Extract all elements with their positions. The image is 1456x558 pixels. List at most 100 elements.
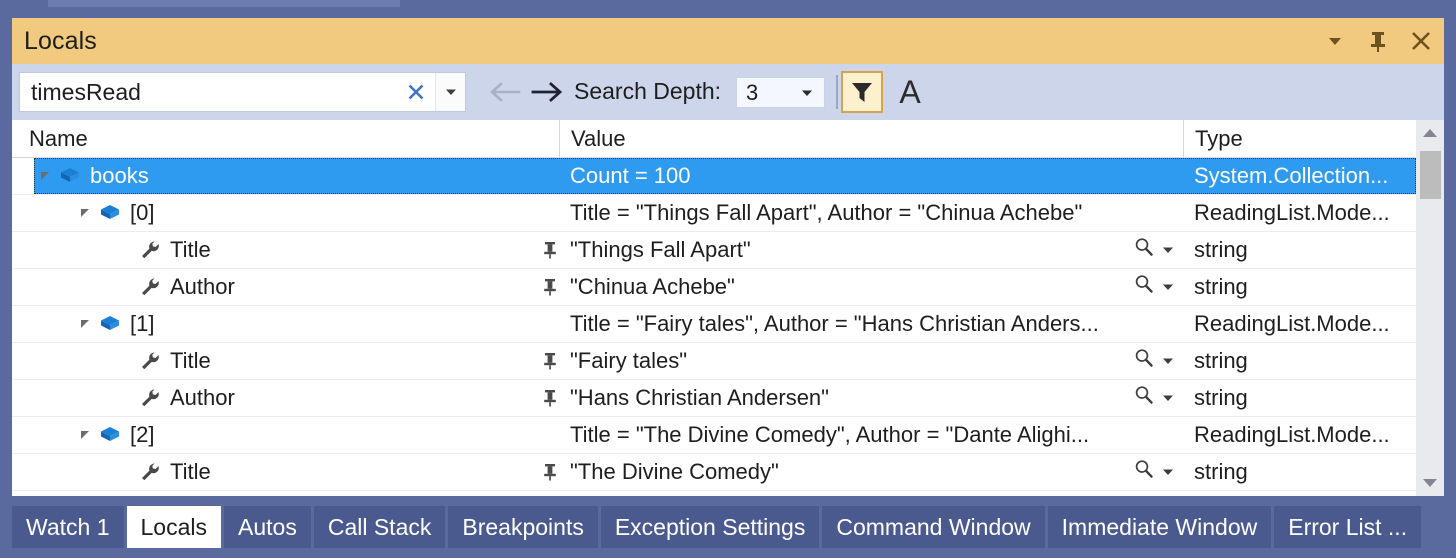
object-cube-icon: [101, 316, 119, 330]
pin-variable-button[interactable]: [539, 343, 561, 379]
variable-name-label: [1]: [130, 311, 155, 336]
value-visualizer-button[interactable]: [1133, 236, 1155, 264]
chevron-down-icon: [445, 89, 456, 95]
cell-value[interactable]: Title = "Fairy tales", Author = "Hans Ch…: [559, 306, 1183, 342]
cell-value[interactable]: Title = "Things Fall Apart", Author = "C…: [559, 195, 1183, 231]
table-row[interactable]: Title "Things Fall Apart" string: [12, 232, 1416, 269]
cell-value[interactable]: Title = "The Divine Comedy", Author = "D…: [559, 417, 1183, 453]
scrollbar-thumb[interactable]: [1420, 151, 1441, 199]
value-visualizer[interactable]: [1133, 269, 1175, 305]
tree-expander[interactable]: [74, 195, 96, 231]
tab-command-window[interactable]: Command Window: [822, 506, 1045, 548]
column-header-value[interactable]: Value: [559, 120, 1183, 157]
search-depth-select[interactable]: 3: [736, 77, 825, 108]
search-options-dropdown[interactable]: [435, 73, 465, 111]
pin-icon: [544, 353, 556, 370]
toolbar-separator: [836, 75, 838, 109]
table-row[interactable]: [2] Title = "The Divine Comedy", Author =…: [12, 417, 1416, 454]
value-visualizer[interactable]: [1133, 232, 1175, 268]
tab-locals[interactable]: Locals: [126, 506, 221, 548]
object-cube-icon: [101, 427, 119, 441]
value-visualizer-dropdown[interactable]: [1161, 459, 1175, 485]
triangle-up-icon: [1423, 129, 1437, 137]
table-row[interactable]: Author "Hans Christian Andersen" string: [12, 380, 1416, 417]
variable-value-label: "The Divine Comedy": [570, 459, 779, 484]
value-visualizer-dropdown[interactable]: [1161, 348, 1175, 374]
value-visualizer-button[interactable]: [1133, 458, 1155, 486]
value-visualizer-button[interactable]: [1133, 347, 1155, 375]
value-visualizer-button[interactable]: [1133, 273, 1155, 301]
cell-name: Title: [34, 232, 559, 268]
match-case-button[interactable]: A: [892, 71, 928, 113]
pin-variable-button[interactable]: [539, 232, 561, 268]
value-visualizer-dropdown[interactable]: [1161, 237, 1175, 263]
cell-value[interactable]: "Things Fall Apart": [559, 232, 1183, 268]
column-header-name[interactable]: Name: [12, 120, 559, 157]
value-visualizer[interactable]: [1133, 380, 1175, 416]
value-visualizer-dropdown[interactable]: [1161, 274, 1175, 300]
property-wrench-icon: [142, 389, 159, 407]
vertical-scrollbar[interactable]: [1416, 120, 1444, 496]
tab-autos[interactable]: Autos: [224, 506, 311, 548]
close-window-button[interactable]: [1408, 26, 1434, 56]
value-visualizer[interactable]: [1133, 343, 1175, 379]
tree-expander[interactable]: [34, 158, 56, 194]
search-next-button[interactable]: [530, 78, 566, 106]
table-row[interactable]: [1] Title = "Fairy tales", Author = "Hans…: [12, 306, 1416, 343]
tree-expander[interactable]: [74, 417, 96, 453]
node-type-icon: [96, 306, 124, 342]
cell-name: [1]: [34, 306, 559, 342]
table-row[interactable]: Title "Fairy tales" string: [12, 343, 1416, 380]
value-visualizer-button[interactable]: [1133, 384, 1155, 412]
clear-search-button[interactable]: [397, 73, 435, 111]
pin-variable-button[interactable]: [539, 454, 561, 490]
value-visualizer-dropdown[interactable]: [1161, 385, 1175, 411]
table-row[interactable]: books Count = 100 System.Collection...: [12, 158, 1416, 195]
value-visualizer[interactable]: [1133, 454, 1175, 490]
variable-name-label: Author: [170, 385, 235, 410]
search-previous-button[interactable]: [486, 78, 522, 106]
filter-toggle-button[interactable]: [841, 71, 883, 113]
variable-value-label: "Hans Christian Andersen": [570, 385, 829, 410]
search-box: [19, 72, 466, 112]
pin-variable-button[interactable]: [539, 269, 561, 305]
node-type-icon: [96, 417, 124, 453]
column-header-type[interactable]: Type: [1183, 120, 1416, 157]
tab-breakpoints[interactable]: Breakpoints: [448, 506, 598, 548]
scroll-down-button[interactable]: [1416, 470, 1444, 496]
tab-immediate-window[interactable]: Immediate Window: [1047, 506, 1272, 548]
tab-exception-settings[interactable]: Exception Settings: [600, 506, 820, 548]
cell-name: Title: [34, 343, 559, 379]
pin-icon: [544, 464, 556, 481]
cell-value[interactable]: Count = 100: [559, 158, 1183, 194]
cell-value[interactable]: "Hans Christian Andersen": [559, 380, 1183, 416]
tab-error-list[interactable]: Error List ...: [1274, 506, 1422, 548]
scroll-up-button[interactable]: [1416, 120, 1444, 146]
table-row[interactable]: Title "The Divine Comedy" string: [12, 454, 1416, 491]
cell-value[interactable]: "Fairy tales": [559, 343, 1183, 379]
tree-expander[interactable]: [74, 306, 96, 342]
cell-name: books: [34, 158, 559, 194]
tab-call-stack[interactable]: Call Stack: [313, 506, 446, 548]
table-row[interactable]: Author "Chinua Achebe" string: [12, 269, 1416, 306]
node-type-icon: [96, 195, 124, 231]
variable-value-label: Title = "Things Fall Apart", Author = "C…: [570, 200, 1083, 225]
pin-icon: [544, 390, 556, 407]
cell-value[interactable]: "The Divine Comedy": [559, 454, 1183, 490]
table-row[interactable]: [0] Title = "Things Fall Apart", Author =…: [12, 195, 1416, 232]
cell-value[interactable]: "Chinua Achebe": [559, 269, 1183, 305]
variable-value-label: Title = "Fairy tales", Author = "Hans Ch…: [570, 311, 1099, 336]
tab-watch-1[interactable]: Watch 1: [12, 506, 124, 548]
cell-type: string: [1194, 274, 1248, 299]
chevron-down-icon: [799, 78, 815, 107]
pin-window-button[interactable]: [1365, 26, 1391, 56]
top-chrome-strip: [0, 0, 1456, 10]
node-type-icon: [136, 380, 164, 416]
search-input[interactable]: [20, 73, 397, 111]
pin-icon: [544, 242, 556, 259]
pin-variable-button[interactable]: [539, 380, 561, 416]
window-dropdown-button[interactable]: [1322, 26, 1348, 56]
